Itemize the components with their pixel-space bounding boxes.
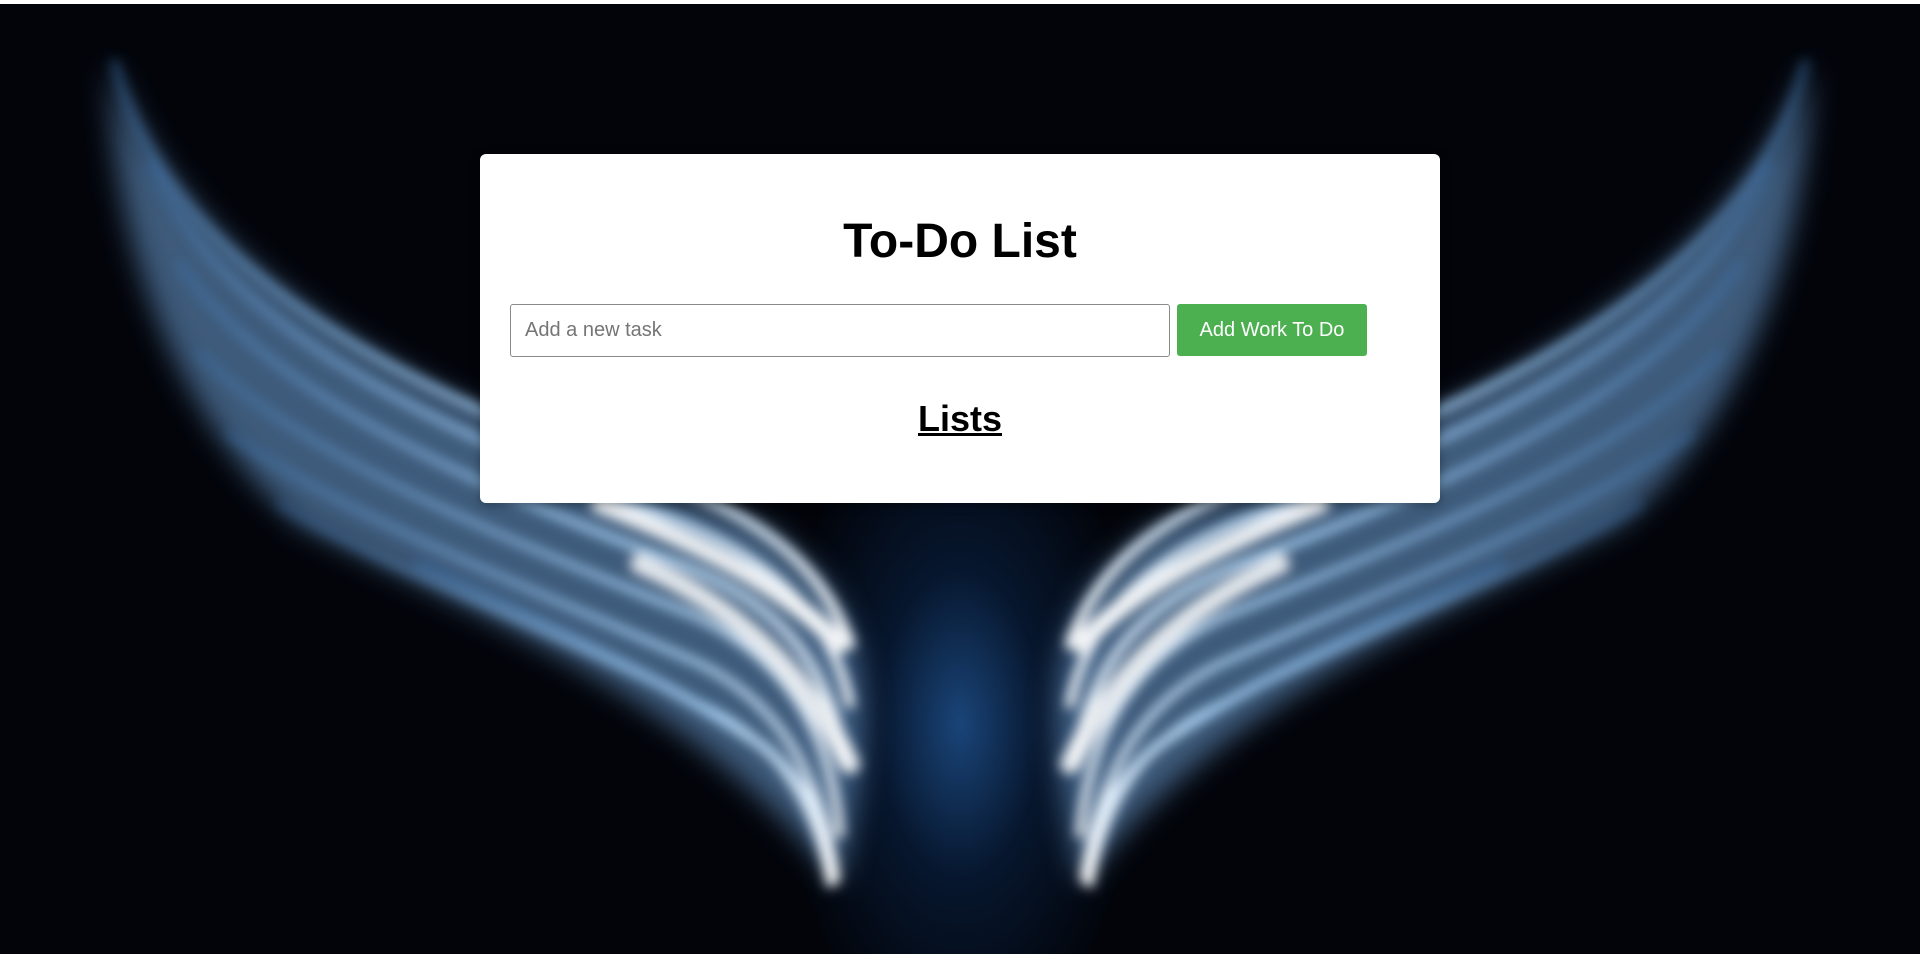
new-task-input[interactable] <box>510 304 1170 357</box>
todo-card: To-Do List Add Work To Do Lists <box>480 154 1440 503</box>
lists-heading: Lists <box>917 398 1003 439</box>
page-title: To-Do List <box>843 215 1077 268</box>
add-task-button[interactable]: Add Work To Do <box>1177 304 1367 356</box>
